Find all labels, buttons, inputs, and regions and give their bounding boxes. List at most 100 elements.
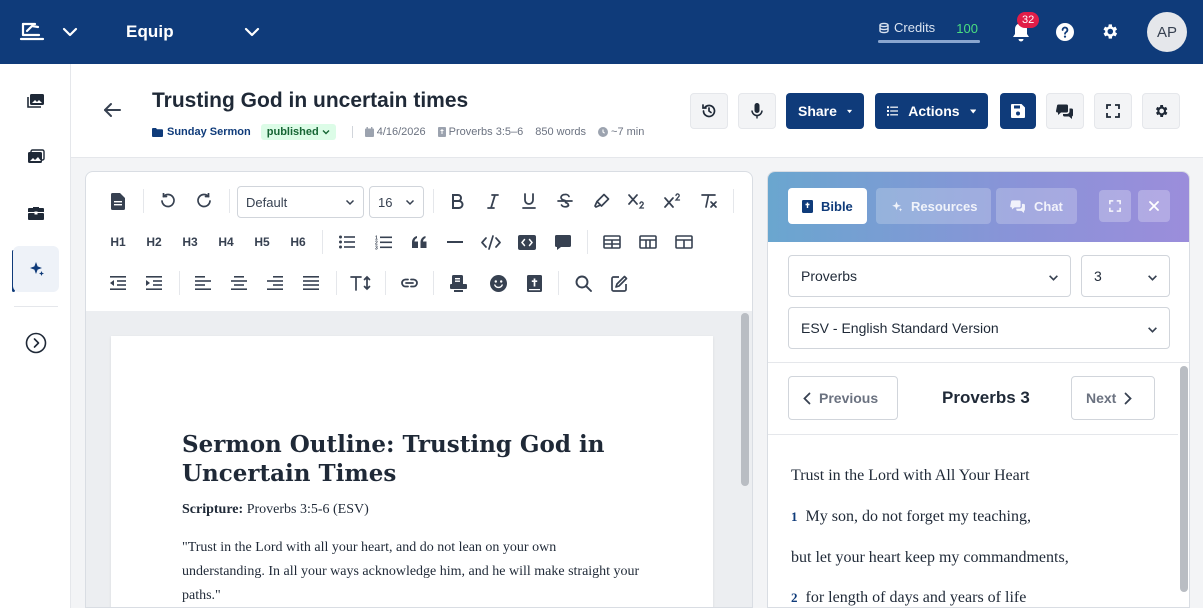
align-right-button[interactable] [260, 268, 290, 298]
toolbar-row-1: Default 16 [86, 186, 752, 226]
chapter-select[interactable]: 3 [1081, 255, 1170, 297]
save-button[interactable] [1000, 93, 1036, 129]
document-page[interactable]: Sermon Outline: Trusting God in Uncertai… [111, 336, 713, 607]
bold-button[interactable] [442, 186, 472, 216]
insert-scripture-button[interactable] [443, 268, 473, 298]
bullet-list-button[interactable] [332, 227, 362, 257]
table-columns-button[interactable] [633, 227, 663, 257]
rail-item-gallery[interactable] [13, 134, 59, 180]
heading-2-button[interactable]: H2 [139, 227, 169, 257]
insert-table-button[interactable] [597, 227, 627, 257]
find-button[interactable] [568, 268, 598, 298]
rail-expand-button[interactable] [13, 320, 59, 366]
credits-meter[interactable]: Credits 100 [878, 20, 980, 46]
back-arrow-icon[interactable] [103, 102, 121, 118]
subscript-button[interactable] [622, 186, 652, 216]
status-badge[interactable]: published [260, 124, 336, 140]
edit-button[interactable] [604, 268, 634, 298]
table-split-button[interactable] [669, 227, 699, 257]
undo-button[interactable] [153, 186, 183, 216]
align-left-button[interactable] [188, 268, 218, 298]
font-size-select[interactable]: 16 [369, 186, 424, 218]
previous-chapter-button[interactable]: Previous [788, 376, 898, 420]
highlight-button[interactable] [586, 186, 616, 216]
help-icon[interactable] [1056, 23, 1074, 41]
book-select[interactable]: Proverbs [788, 255, 1071, 297]
workspace-name[interactable]: Equip [126, 22, 174, 42]
outdent-icon [110, 276, 126, 290]
clear-format-button[interactable] [694, 186, 724, 216]
numbered-list-button[interactable]: 123 [368, 227, 398, 257]
edit-icon [610, 275, 627, 292]
italic-button[interactable] [478, 186, 508, 216]
bible-verse-icon [526, 274, 542, 292]
heading-4-button[interactable]: H4 [211, 227, 241, 257]
numbered-list-icon: 123 [375, 235, 392, 250]
dictation-button[interactable] [738, 93, 776, 129]
align-center-button[interactable] [224, 268, 254, 298]
horizontal-rule-button[interactable] [440, 227, 470, 257]
font-family-select[interactable]: Default [237, 186, 364, 218]
credits-label: Credits [894, 20, 936, 35]
app-logo-icon[interactable] [19, 20, 45, 42]
status-label: published [266, 126, 319, 138]
share-button[interactable]: Share [786, 93, 864, 129]
panel-expand-button[interactable] [1099, 190, 1131, 222]
document-settings-button[interactable] [1142, 93, 1180, 129]
fullscreen-button[interactable] [1094, 93, 1132, 129]
underline-button[interactable] [514, 186, 544, 216]
scripture-value: Proverbs 3:5-6 (ESV) [243, 502, 369, 517]
tab-resources-label: Resources [911, 198, 978, 214]
code-inline-button[interactable] [476, 227, 506, 257]
panel-close-button[interactable] [1138, 190, 1170, 222]
rail-divider [14, 306, 58, 307]
heading-1-button[interactable]: H1 [103, 227, 133, 257]
tab-bible[interactable]: Bible [788, 188, 867, 224]
code-icon [481, 234, 501, 250]
comment-button[interactable] [548, 227, 578, 257]
tab-resources[interactable]: Resources [876, 188, 992, 224]
toolbar-row-2: H1 H2 H3 H4 H5 H6 123 [86, 227, 752, 267]
folder-link[interactable]: Sunday Sermon [152, 126, 251, 138]
heading-3-button[interactable]: H3 [175, 227, 205, 257]
outdent-button[interactable] [103, 268, 133, 298]
workspace-chevron-icon[interactable] [244, 25, 260, 39]
version-select[interactable]: ESV - English Standard Version [788, 307, 1170, 349]
rail-item-media[interactable] [13, 78, 59, 124]
document-button[interactable] [103, 186, 133, 216]
next-chapter-button[interactable]: Next [1071, 376, 1155, 420]
insert-link-button[interactable] [394, 268, 424, 298]
scripture-ref: Proverbs 3:5–6 [448, 126, 524, 138]
meta-date: 4/16/2026 [364, 126, 426, 138]
comments-button[interactable] [1046, 93, 1084, 129]
horizontal-rule-icon [447, 241, 463, 243]
superscript-icon [664, 193, 681, 208]
actions-button[interactable]: Actions [875, 93, 988, 129]
toolbar-divider [558, 271, 559, 295]
settings-gear-icon[interactable] [1100, 22, 1119, 41]
scripture-insert-icon [449, 274, 467, 292]
app-menu-chevron-icon[interactable] [62, 25, 78, 39]
superscript-button[interactable] [658, 186, 688, 216]
code-block-button[interactable] [512, 227, 542, 257]
tab-chat[interactable]: Chat [996, 188, 1077, 224]
user-avatar[interactable]: AP [1147, 12, 1187, 52]
indent-button[interactable] [139, 268, 169, 298]
insert-bible-verse-button[interactable] [519, 268, 549, 298]
clock-icon [598, 127, 609, 137]
editor-scrollbar[interactable] [741, 313, 749, 486]
document-title[interactable]: Trusting God in uncertain times [152, 89, 468, 113]
align-justify-button[interactable] [296, 268, 326, 298]
blockquote-button[interactable] [404, 227, 434, 257]
rail-item-toolbox[interactable] [13, 190, 59, 236]
heading-6-button[interactable]: H6 [283, 227, 313, 257]
strikethrough-button[interactable] [550, 186, 580, 216]
emoji-button[interactable] [483, 268, 513, 298]
redo-button[interactable] [189, 186, 219, 216]
line-height-button[interactable] [346, 268, 376, 298]
heading-5-button[interactable]: H5 [247, 227, 277, 257]
tab-bible-label: Bible [821, 198, 853, 214]
history-button[interactable] [690, 93, 728, 129]
rail-item-ai[interactable] [13, 246, 59, 292]
panel-scrollbar[interactable] [1180, 366, 1188, 592]
